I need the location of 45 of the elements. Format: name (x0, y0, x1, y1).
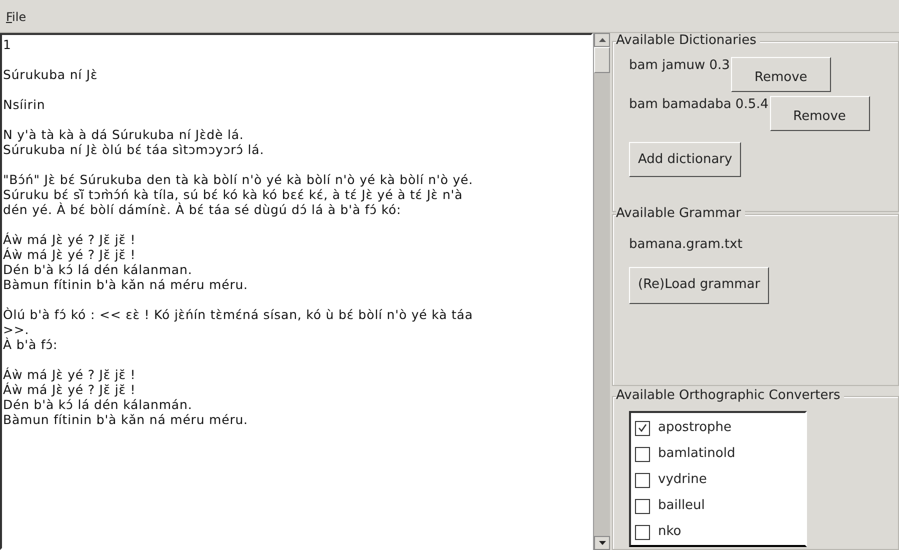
text-line: Áẁ má Jɛ̀ yé ? Jɛ̆ jɛ̆ ! (3, 382, 136, 397)
converter-label: bailleul (658, 497, 705, 516)
checkbox[interactable] (635, 524, 650, 540)
text-line: Áẁ má Jɛ̀ yé ? Jɛ̆ jɛ̆ ! (3, 232, 136, 247)
text-editor[interactable] (0, 33, 593, 550)
text-line: "Bɔ́ń" Jɛ̀ bɛ́ Súrukuba den tà kà bòlí n'ò yé kà bòlí n'ò yé kà bòlí n'ò yé. (3, 172, 474, 187)
text-line: Súrukuba ní Jɛ̀ (3, 67, 98, 82)
text-line: Bàmun fítinin b'à kǎn ná méru méru. (3, 412, 248, 427)
scroll-up-icon[interactable] (594, 33, 610, 47)
converter-label: apostrophe (658, 419, 732, 438)
check-icon (638, 424, 647, 432)
push-button[interactable]: Remove (730, 57, 831, 92)
text-line: Súruku bɛ́ sĩ̀ tɔm̀ɔ́ń kà tíla, sú bɛ́ kó kà kó bɛɛ́ kɛ́, à tɛ́ Jɛ̀ yé à tɛ́ Jɛ̀ n'à (3, 187, 463, 202)
checkbox[interactable] (635, 498, 650, 514)
converter-label: vydrine (658, 471, 707, 490)
text-line: À b'à fɔ́: (3, 337, 58, 352)
text-line: Áẁ má Jɛ̀ yé ? Jɛ̆ jɛ̆ ! (3, 247, 136, 262)
text-line: Dén b'à kɔ́ lá dén kálanmán. (3, 397, 192, 412)
converter-label: bamlatinold (658, 445, 736, 464)
converter-label: nko (658, 523, 682, 542)
text-line: Bàmun fítinin b'à kǎn ná méru méru. (3, 277, 248, 292)
converter-list[interactable]: apostrophe bamlatinold vydrine bailleul nko (629, 411, 807, 547)
scrollbar-thumb[interactable] (594, 47, 610, 73)
text-line: Nsíirin (3, 97, 46, 112)
checkbox[interactable] (635, 420, 650, 436)
text-line: Dén b'à kɔ́ lá dén kálanman. (3, 262, 192, 277)
text-line: dén yé. À bɛ́ bòlí dámínɛ̀. À bɛ́ táa sé dùgú dɔ́ lá à b'à fɔ́ kó: (3, 202, 402, 217)
scroll-down-icon[interactable] (594, 536, 610, 550)
menu-item[interactable]: File (6, 8, 26, 26)
push-button[interactable]: Add dictionary (629, 142, 742, 177)
scrollbar[interactable] (593, 33, 610, 550)
text-line: N y'à tà kà à dá Súrukuba ní Jɛ̀dè lá. (3, 127, 244, 142)
grammar-file: bamana.gram.txt (629, 236, 742, 254)
checkbox[interactable] (635, 446, 650, 462)
push-button[interactable]: (Re)Load grammar (629, 266, 770, 304)
dictionary-name: bam jamuw 0.3 (629, 57, 730, 75)
text-line: 1 (3, 37, 12, 52)
text-line: Áẁ má Jɛ̀ yé ? Jɛ̆ jɛ̆ ! (3, 367, 136, 382)
push-button[interactable]: Remove (770, 96, 870, 131)
text-line: Súrukuba ní Jɛ̀ òlú bɛ́ táa sìtɔmɔyɔrɔ́ lá. (3, 142, 264, 157)
dictionary-name: bam bamadaba 0.5.4 (629, 96, 769, 114)
checkbox[interactable] (635, 472, 650, 488)
text-line: >>. (3, 322, 30, 337)
group-title: Available Orthographic Converters (616, 388, 844, 404)
text-line: Òlú b'à fɔ́ kó : << ɛɛ̀ ! Kó jɛ̀ńín tɛ̀mɛ́ná sísan, kó ù bɛ́ bòlí n'ò yé kà táa (3, 307, 473, 322)
